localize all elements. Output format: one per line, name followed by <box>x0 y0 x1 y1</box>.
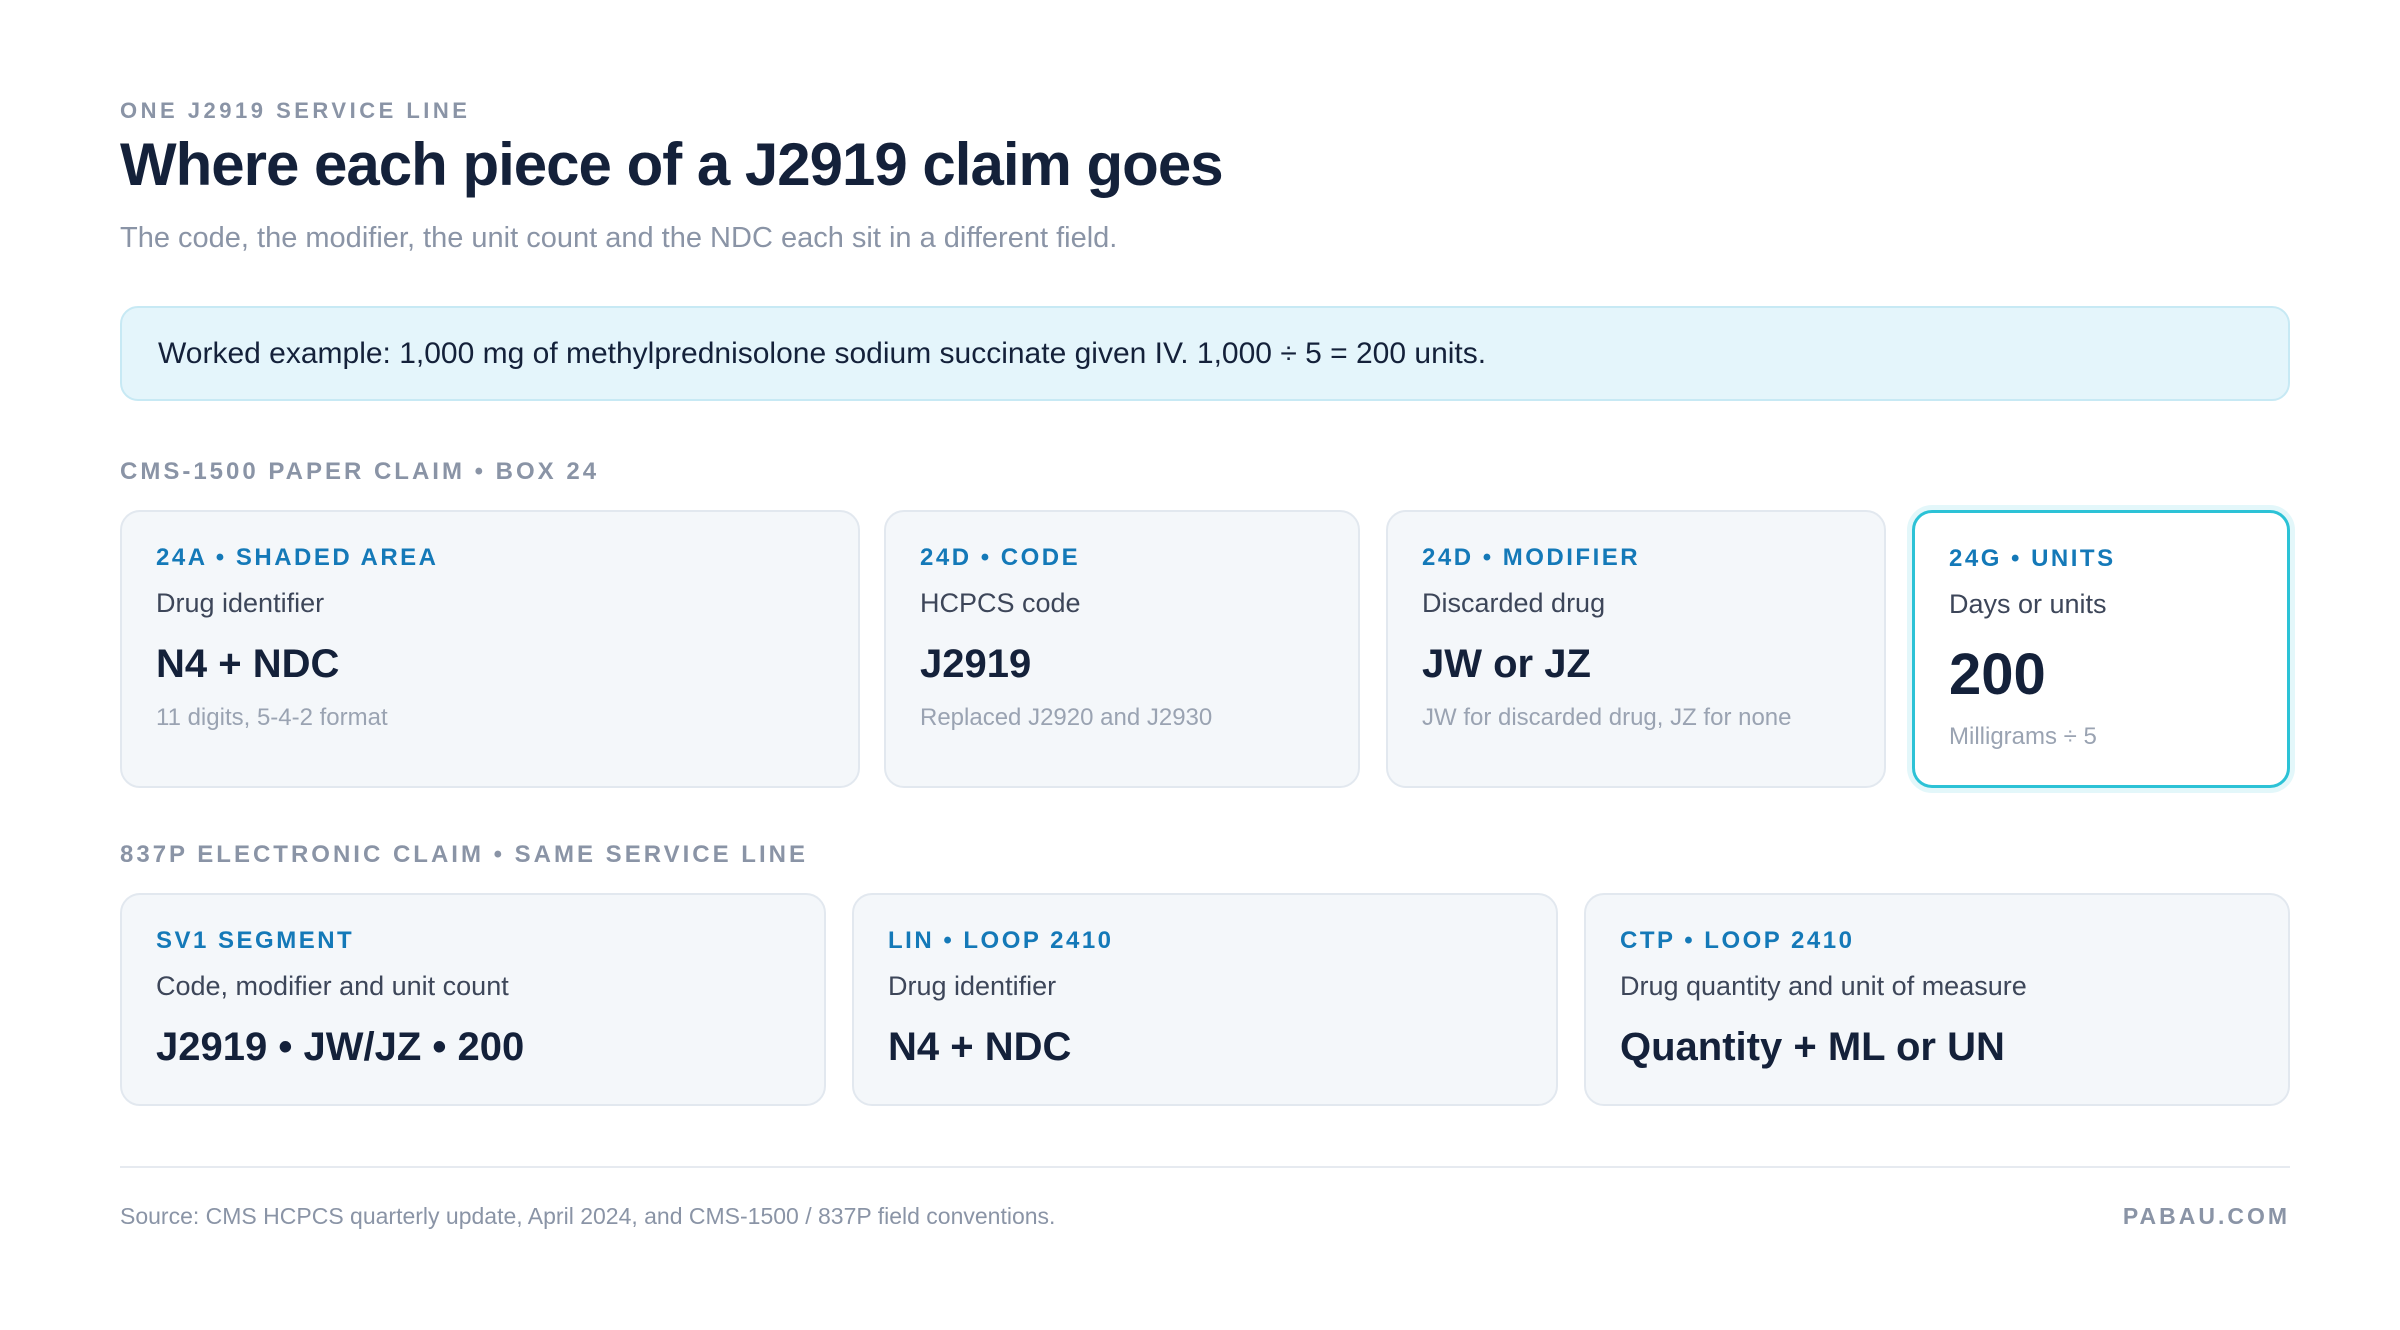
brand-mark: PABAU.COM <box>2122 1203 2290 1229</box>
card-label: Code, modifier and unit count <box>156 971 509 1001</box>
card-sv1-segment: SV1 SEGMENT Code, modifier and unit coun… <box>120 893 826 1106</box>
footer-divider <box>120 1166 2290 1168</box>
card-24a-drug-identifier: 24A • SHADED AREA Drug identifier N4 + N… <box>120 510 860 788</box>
card-tag: 24A • SHADED AREA <box>156 544 439 571</box>
card-label: Drug identifier <box>888 971 1057 1001</box>
card-tag: SV1 SEGMENT <box>156 927 355 954</box>
card-note: 11 digits, 5-4-2 format <box>156 704 388 731</box>
card-value: JW or JZ <box>1422 642 1591 686</box>
card-tag: CTP • LOOP 2410 <box>1620 927 1855 954</box>
card-label: Days or units <box>1949 589 2107 619</box>
card-24d-modifier: 24D • MODIFIER Discarded drug JW or JZ J… <box>1386 510 1886 788</box>
card-note: JW for discarded drug, JZ for none <box>1422 704 1792 731</box>
card-label: HCPCS code <box>920 588 1081 618</box>
card-ctp-loop-2410: CTP • LOOP 2410 Drug quantity and unit o… <box>1584 893 2290 1106</box>
worked-example-callout: Worked example: 1,000 mg of methylpredni… <box>120 306 2290 401</box>
page-title: Where each piece of a J2919 claim goes <box>120 131 1224 198</box>
page-subtitle: The code, the modifier, the unit count a… <box>120 222 1118 254</box>
section-label-paper-claim: CMS-1500 PAPER CLAIM • BOX 24 <box>120 458 600 485</box>
card-value: N4 + NDC <box>156 642 340 686</box>
card-note: Replaced J2920 and J2930 <box>920 704 1213 731</box>
card-tag: 24D • MODIFIER <box>1422 544 1641 571</box>
card-label: Discarded drug <box>1422 588 1606 618</box>
eyebrow: ONE J2919 SERVICE LINE <box>120 98 471 123</box>
card-label: Drug identifier <box>156 588 325 618</box>
callout-text: Worked example: 1,000 mg of methylpredni… <box>158 336 1487 370</box>
card-value: N4 + NDC <box>888 1025 1072 1069</box>
card-24g-units: 24G • UNITS Days or units 200 Milligrams… <box>1912 510 2290 788</box>
card-value: J2919 • JW/JZ • 200 <box>156 1025 525 1069</box>
section-label-electronic-claim: 837P ELECTRONIC CLAIM • SAME SERVICE LIN… <box>120 841 808 868</box>
card-lin-loop-2410: LIN • LOOP 2410 Drug identifier N4 + NDC <box>852 893 1558 1106</box>
card-value: J2919 <box>920 642 1032 686</box>
card-label: Drug quantity and unit of measure <box>1620 971 2027 1001</box>
card-note: Milligrams ÷ 5 <box>1949 723 2097 750</box>
card-tag: LIN • LOOP 2410 <box>888 927 1114 954</box>
card-value: 200 <box>1949 642 2046 707</box>
source-note: Source: CMS HCPCS quarterly update, Apri… <box>120 1203 1056 1229</box>
card-tag: 24G • UNITS <box>1949 545 2116 572</box>
card-24d-code: 24D • CODE HCPCS code J2919 Replaced J29… <box>884 510 1360 788</box>
card-tag: 24D • CODE <box>920 544 1081 571</box>
card-value: Quantity + ML or UN <box>1620 1025 2005 1069</box>
